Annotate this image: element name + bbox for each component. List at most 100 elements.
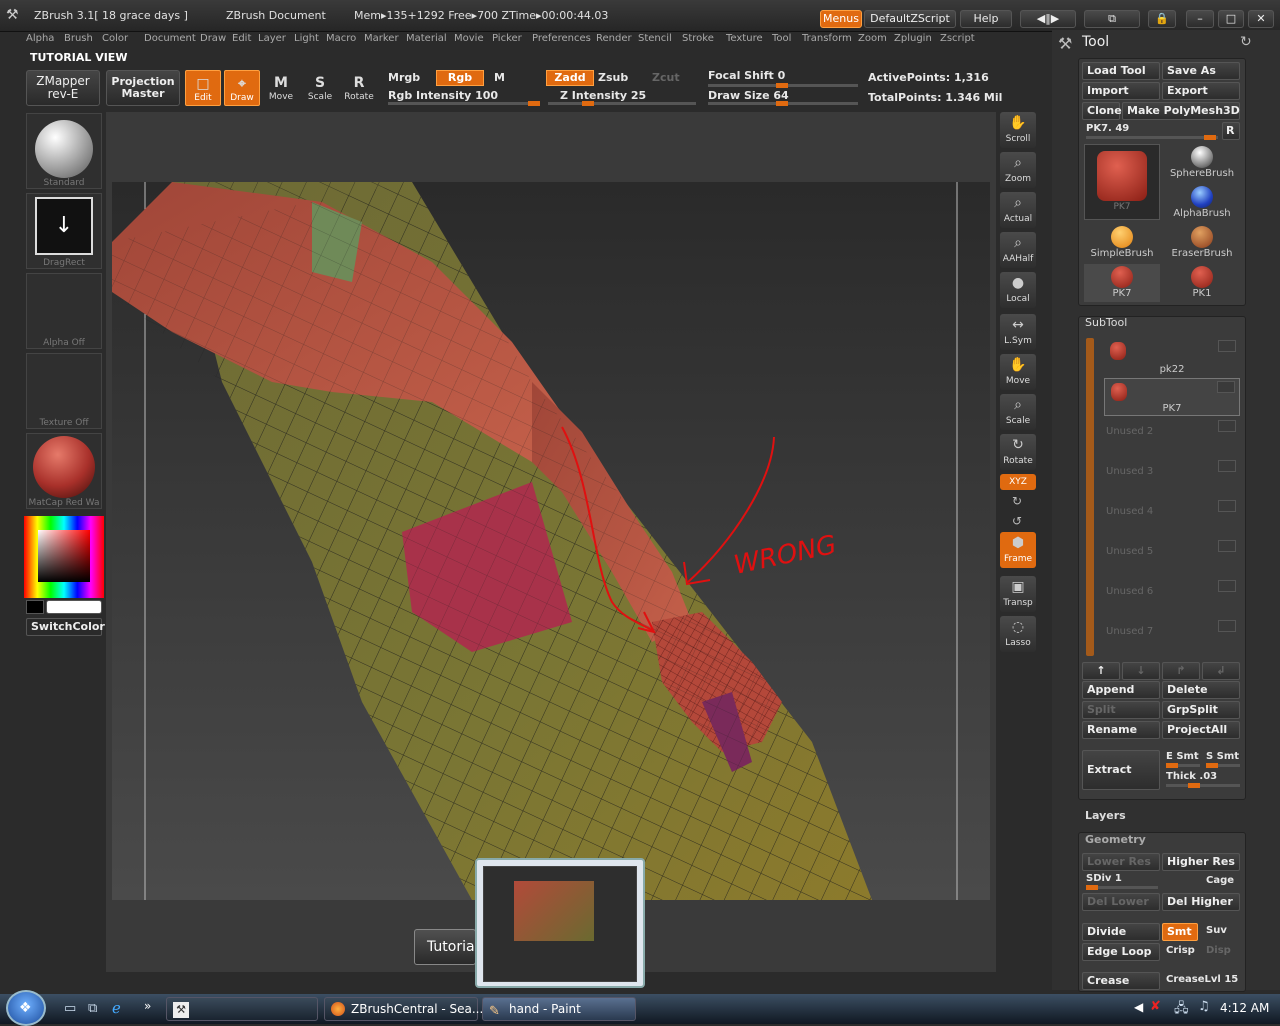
tool-thumb-eraserbrush[interactable]: EraserBrush <box>1164 224 1240 262</box>
menu-item-macro[interactable]: Macro <box>326 33 356 44</box>
s-smt-slider[interactable] <box>1206 763 1240 768</box>
subtool-visibility-icon[interactable] <box>1218 620 1236 632</box>
z-intensity-slider[interactable] <box>548 101 696 106</box>
subtool-undo-arrow-icon[interactable]: ↲ <box>1202 662 1240 680</box>
task-zbrush[interactable]: ⚒ <box>166 997 318 1021</box>
lock-icon[interactable]: 🔒 <box>1148 10 1176 28</box>
menu-item-render[interactable]: Render <box>596 33 632 44</box>
crease-button[interactable]: Crease <box>1082 972 1160 990</box>
import-button[interactable]: Import <box>1082 82 1160 100</box>
delete-button[interactable]: Delete <box>1162 681 1240 699</box>
minimize-button[interactable]: – <box>1186 10 1214 28</box>
layout-toggle-button[interactable]: ◀‖▶ <box>1020 10 1076 28</box>
switch-windows-icon[interactable]: ⧉ <box>88 1001 97 1016</box>
del-lower-button[interactable]: Del Lower <box>1082 893 1160 911</box>
subtool-visibility-icon[interactable] <box>1218 500 1236 512</box>
focal-shift-slider[interactable] <box>708 83 858 88</box>
menu-item-alpha[interactable]: Alpha <box>26 33 54 44</box>
cage-button[interactable]: Cage <box>1206 875 1234 886</box>
subtool-row[interactable]: Unused 5 <box>1104 538 1240 576</box>
tool-slider[interactable] <box>1086 135 1218 140</box>
network-tray-icon[interactable]: 🖧 <box>1174 999 1189 1021</box>
menus-button[interactable]: Menus <box>820 10 862 28</box>
grpsplit-button[interactable]: GrpSplit <box>1162 701 1240 719</box>
tutorial-button[interactable]: Tutoria <box>414 929 476 965</box>
texture-slot[interactable]: Texture Off <box>26 353 102 429</box>
load-tool-button[interactable]: Load Tool <box>1082 62 1160 80</box>
subtool-row[interactable]: Unused 3 <box>1104 458 1240 496</box>
shelf-aahalf-button[interactable]: ⌕ AAHalf <box>1000 232 1036 268</box>
subtool-row[interactable]: Unused 4 <box>1104 498 1240 536</box>
menu-item-transform[interactable]: Transform <box>802 33 852 44</box>
subtool-visibility-icon[interactable] <box>1218 580 1236 592</box>
menu-item-movie[interactable]: Movie <box>454 33 484 44</box>
smt-toggle[interactable]: Smt <box>1162 923 1198 941</box>
shelf-xyz-button[interactable]: XYZ <box>1000 474 1036 490</box>
zcut-button[interactable]: Zcut <box>652 71 680 84</box>
clone-button[interactable]: Clone <box>1082 102 1122 120</box>
menu-item-marker[interactable]: Marker <box>364 33 399 44</box>
subtool-visibility-icon[interactable] <box>1218 340 1236 352</box>
subtool-redo-arrow-icon[interactable]: ↱ <box>1162 662 1200 680</box>
mode-draw-button[interactable]: ⌖ Draw <box>224 70 260 106</box>
shelf-frame-button[interactable]: ⬢ Frame <box>1000 532 1036 568</box>
primary-color-swatch[interactable] <box>46 600 102 614</box>
tool-thumb-pk7[interactable]: PK7 <box>1084 264 1160 302</box>
s-smt-toggle[interactable]: S Smt <box>1206 751 1239 762</box>
shelf-scroll-button[interactable]: ✋ Scroll <box>1000 112 1036 148</box>
subtool-row[interactable]: Unused 6 <box>1104 578 1240 616</box>
draw-size-slider[interactable] <box>708 101 858 106</box>
default-zscript-button[interactable]: DefaultZScript <box>864 10 956 28</box>
mrgb-button[interactable]: Mrgb <box>388 71 420 84</box>
mode-edit-button[interactable]: □ Edit <box>185 70 221 106</box>
internet-explorer-icon[interactable]: ℯ <box>112 999 121 1017</box>
menu-item-layer[interactable]: Layer <box>258 33 286 44</box>
save-as-button[interactable]: Save As <box>1162 62 1240 80</box>
layers-title[interactable]: Layers <box>1085 809 1126 822</box>
menu-item-texture[interactable]: Texture <box>726 33 763 44</box>
quicklaunch-overflow-icon[interactable]: » <box>144 999 151 1013</box>
color-saturation-square[interactable] <box>38 530 90 582</box>
m-button[interactable]: M <box>494 71 505 84</box>
extract-button[interactable]: Extract <box>1082 750 1160 790</box>
volume-tray-icon[interactable]: ♫ <box>1198 999 1210 1014</box>
material-slot[interactable]: MatCap Red Wa <box>26 433 102 509</box>
append-button[interactable]: Append <box>1082 681 1160 699</box>
tool-thumb-pk7[interactable]: PK7 <box>1084 144 1160 220</box>
export-button[interactable]: Export <box>1162 82 1240 100</box>
geometry-title[interactable]: Geometry <box>1085 833 1146 846</box>
subtool-up-arrow-icon[interactable]: ↑ <box>1082 662 1120 680</box>
zmapper-button[interactable]: ZMapper rev-E <box>26 70 100 106</box>
shelf-scale-button[interactable]: ⌕ Scale <box>1000 394 1036 430</box>
menu-item-edit[interactable]: Edit <box>232 33 251 44</box>
menu-item-zplugin[interactable]: Zplugin <box>894 33 932 44</box>
stroke-slot[interactable]: ↓ DragRect <box>26 193 102 269</box>
rgb-button[interactable]: Rgb <box>436 70 484 86</box>
window-tile-button[interactable]: ⧉ <box>1084 10 1140 28</box>
rotate-y-icon[interactable]: ↻ <box>1012 494 1022 508</box>
menu-item-light[interactable]: Light <box>294 33 319 44</box>
canvas-viewport[interactable]: WRONG <box>112 182 990 900</box>
disp-toggle[interactable]: Disp <box>1206 945 1231 956</box>
subtool-row[interactable]: Unused 2 <box>1104 418 1240 456</box>
subtool-visibility-icon[interactable] <box>1217 381 1235 393</box>
tool-thumb-spherebrush[interactable]: SphereBrush <box>1164 144 1240 182</box>
task-paint[interactable]: ✎ hand - Paint <box>482 997 636 1021</box>
rename-button[interactable]: Rename <box>1082 721 1160 739</box>
del-higher-button[interactable]: Del Higher <box>1162 893 1240 911</box>
help-button[interactable]: Help <box>960 10 1012 28</box>
rotate-z-icon[interactable]: ↺ <box>1012 514 1022 528</box>
menu-item-color[interactable]: Color <box>102 33 128 44</box>
menu-item-zscript[interactable]: Zscript <box>940 33 975 44</box>
taskbar-thumbnail-preview[interactable] <box>475 858 645 988</box>
e-smt-slider[interactable] <box>1166 763 1200 768</box>
close-button[interactable]: ✕ <box>1248 10 1274 28</box>
mode-move-button[interactable]: M Move <box>263 70 299 106</box>
crisp-toggle[interactable]: Crisp <box>1166 945 1195 956</box>
zsub-button[interactable]: Zsub <box>598 71 628 84</box>
show-desktop-icon[interactable]: ▭ <box>64 1001 76 1016</box>
menu-item-preferences[interactable]: Preferences <box>532 33 591 44</box>
clock[interactable]: 4:12 AM <box>1220 1001 1269 1015</box>
subtool-down-arrow-icon[interactable]: ↓ <box>1122 662 1160 680</box>
zadd-button[interactable]: Zadd <box>546 70 594 86</box>
